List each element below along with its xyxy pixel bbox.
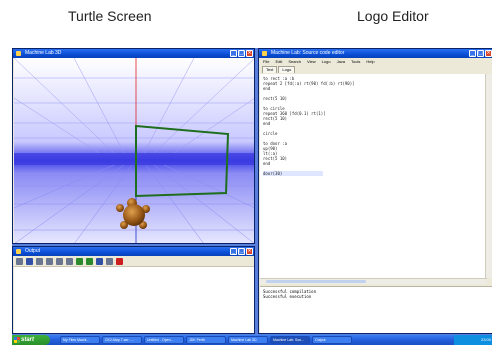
menu-search[interactable]: Search — [288, 58, 301, 65]
windows-logo-icon — [14, 337, 20, 343]
window-title: Machine Lab 3D — [25, 50, 62, 56]
maximize-button[interactable]: □ — [477, 50, 484, 57]
new-icon[interactable] — [16, 257, 23, 265]
taskbar-item[interactable]: Machine Lab 3D — [228, 336, 268, 344]
app-icon — [16, 51, 21, 56]
print-icon[interactable] — [36, 257, 43, 265]
taskbar-item[interactable]: Untitled - Open... — [144, 336, 184, 344]
taskbar-item[interactable]: JDK Perth — [186, 336, 226, 344]
check-icon[interactable] — [76, 257, 83, 265]
editor-tabs: Text Logo — [259, 65, 492, 73]
turtle-3d-viewport[interactable] — [14, 58, 254, 243]
system-tray-clock: 23:00 — [454, 335, 492, 345]
menu-edit[interactable]: Edit — [275, 58, 282, 65]
taskbar-item[interactable]: Output — [312, 336, 352, 344]
menu-view[interactable]: View — [307, 58, 316, 65]
clear-icon[interactable] — [116, 257, 123, 265]
list-icon[interactable] — [106, 257, 113, 265]
machine-lab-3d-titlebar[interactable]: Machine Lab 3D _ □ × — [13, 49, 254, 58]
app-icon — [262, 51, 267, 56]
start-button[interactable]: start — [12, 335, 50, 345]
close-button[interactable]: × — [246, 248, 253, 255]
compile-status-panel: Successful compilation Successful execut… — [260, 286, 492, 333]
code-editor[interactable]: to rect :a :b repeat 2 [fd(:a) rt(90) fd… — [260, 74, 486, 278]
output-toolbar — [13, 256, 254, 267]
window-title: Output — [25, 248, 41, 254]
maximize-button[interactable]: □ — [238, 50, 245, 57]
taskbar: start My Files Machi... CK2-Map T-ser -.… — [12, 335, 492, 345]
taskbar-item[interactable]: Machine Lab: Sou... — [270, 336, 310, 344]
turtle-scene — [14, 58, 254, 243]
start-label: start — [21, 337, 35, 343]
horizon-band — [14, 153, 254, 165]
turtle-screen-caption: Turtle Screen — [68, 8, 152, 24]
status-line: Successful execution — [263, 294, 312, 299]
taskbar-item[interactable]: CK2-Map T-ser -... — [102, 336, 142, 344]
minimize-button[interactable]: _ — [230, 50, 237, 57]
replace-icon[interactable] — [66, 257, 73, 265]
output-titlebar[interactable]: Output _ □ × — [13, 247, 254, 256]
vertical-scrollbar[interactable] — [485, 74, 492, 278]
output-area[interactable] — [14, 267, 254, 333]
logo-editor-caption: Logo Editor — [357, 8, 429, 24]
minimize-button[interactable]: _ — [469, 50, 476, 57]
maximize-button[interactable]: □ — [238, 248, 245, 255]
desktop-screenshot: Machine Lab 3D _ □ × Output _ □ × Machin… — [12, 48, 492, 345]
tab-text[interactable]: Text — [262, 66, 278, 73]
menu-tools[interactable]: Tools — [351, 58, 360, 65]
find-next-icon[interactable] — [56, 257, 63, 265]
taskbar-item[interactable]: My Files Machi... — [60, 336, 100, 344]
close-button[interactable]: × — [485, 50, 492, 57]
taskbar-tasks: My Files Machi... CK2-Map T-ser -... Unt… — [60, 336, 454, 344]
close-button[interactable]: × — [246, 50, 253, 57]
editor-menubar: File Edit Search View Logo Java Tools He… — [259, 58, 492, 65]
minimize-button[interactable]: _ — [230, 248, 237, 255]
tab-logo[interactable]: Logo — [278, 66, 296, 73]
machine-lab-3d-window[interactable]: Machine Lab 3D _ □ × — [12, 48, 255, 244]
run-icon[interactable] — [86, 257, 93, 265]
horizontal-scrollbar[interactable] — [260, 278, 487, 284]
menu-file[interactable]: File — [263, 58, 269, 65]
source-editor-window[interactable]: Machine Lab: Source code editor _ □ × Fi… — [258, 48, 492, 334]
output-window[interactable]: Output _ □ × — [12, 246, 255, 334]
window-title: Machine Lab: Source code editor — [271, 50, 345, 56]
info-icon[interactable] — [96, 257, 103, 265]
save-icon[interactable] — [26, 257, 33, 265]
menu-help[interactable]: Help — [366, 58, 374, 65]
menu-java[interactable]: Java — [337, 58, 345, 65]
find-icon[interactable] — [46, 257, 53, 265]
menu-logo[interactable]: Logo — [322, 58, 331, 65]
scroll-thumb[interactable] — [266, 280, 366, 283]
code-line-current: door(30) — [263, 171, 323, 176]
editor-titlebar[interactable]: Machine Lab: Source code editor _ □ × — [259, 49, 492, 58]
app-icon — [16, 249, 21, 254]
